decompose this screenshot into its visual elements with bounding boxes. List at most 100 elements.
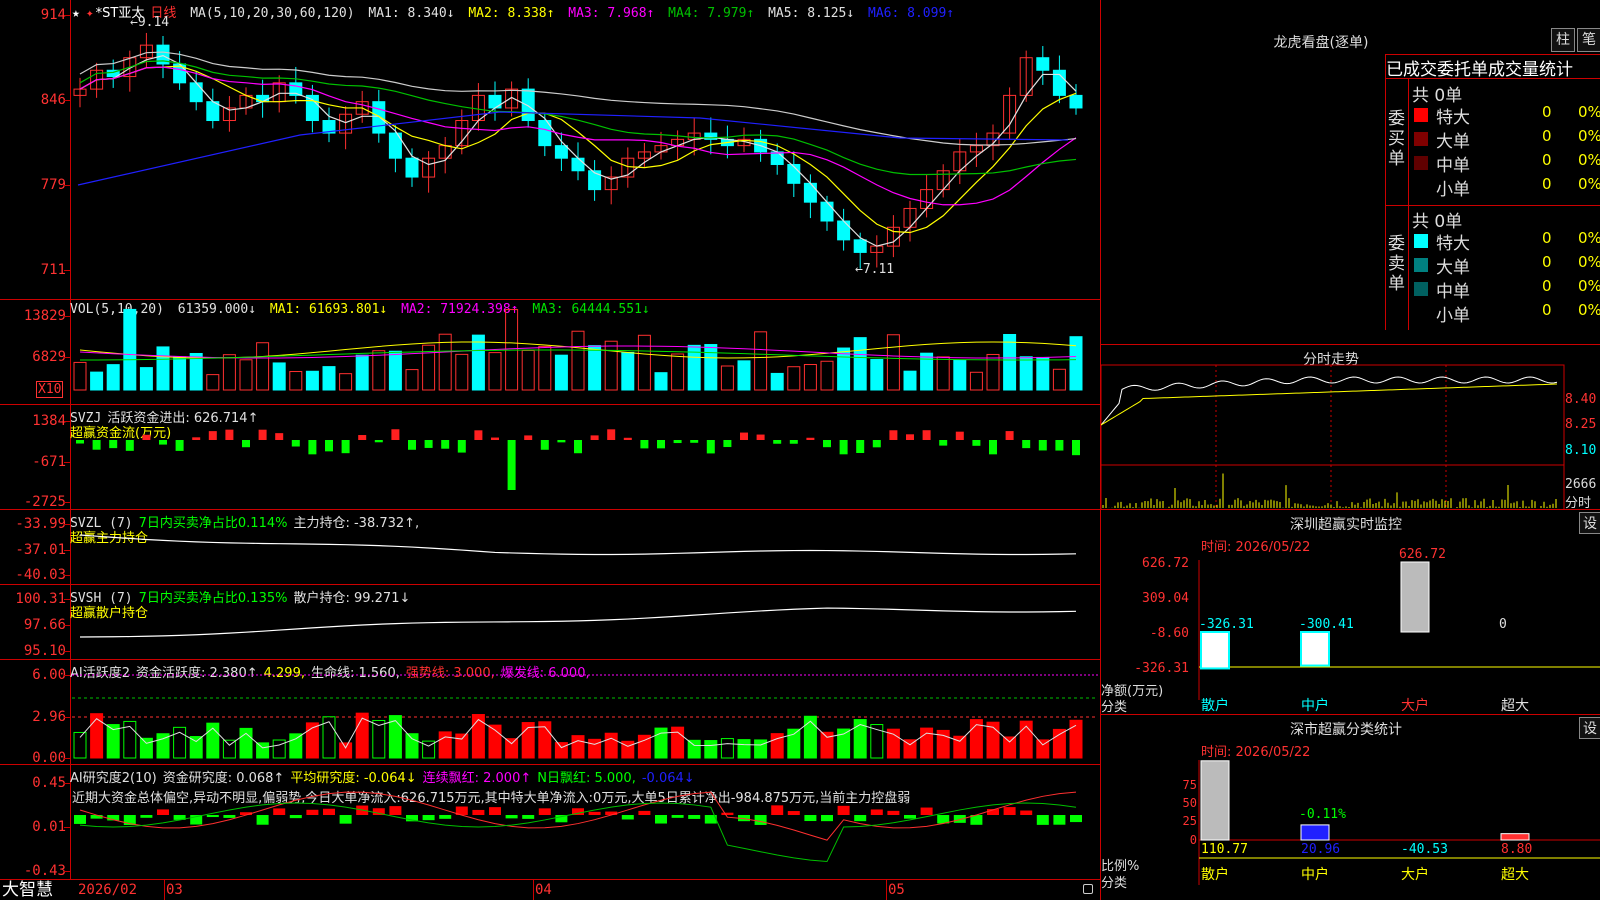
- research-bar: [289, 815, 302, 819]
- candle-body: [588, 170, 602, 191]
- flow-bar: [142, 434, 151, 440]
- flow-bar: [740, 432, 748, 440]
- svzl-chart[interactable]: [0, 510, 1100, 585]
- monitor-chart[interactable]: 626.72 309.04 -8.60 -326.31 -326.31 散户 -300.41…: [1101, 510, 1600, 715]
- svsh-panel[interactable]: 100.31 97.66 95.10 SVSH (7) 7日内买卖净占比0.135…: [0, 585, 1100, 660]
- order-type: 小单: [1436, 180, 1470, 200]
- monitor-ytick: 626.72: [1142, 556, 1189, 571]
- volume-bar: [953, 359, 967, 391]
- flow-bar: [657, 440, 665, 449]
- right-sidebar: 龙虎看盘(逐单) 柱 笔 已成交委托单成交量统计 委买单 委卖单 共 0单 共 …: [1100, 0, 1600, 900]
- time-label: 03: [166, 882, 183, 898]
- svzl-panel[interactable]: -33.99 -37.01 -40.03 SVZL (7) 7日内买卖净占比0.1…: [0, 510, 1100, 585]
- category-label: 散户: [1201, 866, 1229, 883]
- research-bar: [638, 810, 651, 815]
- activity-bar: [139, 737, 153, 759]
- volume-bar: [305, 370, 319, 391]
- intraday-panel[interactable]: 分时走势 8.40 8.25 8.10 2666 分时: [1101, 345, 1600, 511]
- order-type: 大单: [1436, 258, 1470, 278]
- order-row: 中单 0 0%: [1410, 277, 1600, 302]
- research-bar: [74, 815, 86, 824]
- volume-bar: [886, 334, 900, 391]
- activity-bar: [837, 728, 851, 759]
- lock-icon[interactable]: [1083, 884, 1093, 894]
- volume-bar: [272, 362, 286, 391]
- activity-bar: [687, 739, 701, 759]
- holding-line: [79, 534, 1077, 556]
- volume-bar: [471, 334, 485, 391]
- time-label: 05: [888, 882, 905, 898]
- monitor-ytick: -326.31: [1134, 661, 1189, 676]
- order-row: 小单 0 0%: [1410, 175, 1600, 200]
- research-bar: [1020, 810, 1033, 815]
- candlestick-chart[interactable]: [0, 0, 1100, 300]
- chart-area[interactable]: 914 846 779 711 ★ ✦ *ST亚太 日线 MA(5,10,20,30,…: [0, 0, 1100, 900]
- order-count: 0: [1542, 277, 1552, 295]
- volume-bar: [754, 331, 768, 391]
- tick-view-button[interactable]: 笔: [1577, 28, 1600, 52]
- research-bar: [206, 815, 219, 818]
- volume-bar: [969, 371, 983, 391]
- research-bar: [389, 806, 402, 815]
- volume-bar: [339, 373, 353, 391]
- volume-bar: [571, 330, 585, 391]
- activity-bar: [90, 713, 104, 759]
- activity-bar: [554, 742, 568, 759]
- activity-bar: [737, 739, 751, 759]
- ai2-chart[interactable]: [0, 765, 1100, 880]
- flow-bar: [955, 431, 964, 440]
- candle-body: [571, 157, 585, 172]
- research-bar: [870, 809, 883, 815]
- order-type: 中单: [1436, 282, 1470, 302]
- flow-bar: [291, 440, 300, 447]
- activity-bar: [720, 738, 734, 759]
- volume-panel[interactable]: 13829 6829 X10 VOL(5,10,20) 61359.000↓ M…: [0, 300, 1100, 405]
- flow-bar: [242, 440, 250, 448]
- svsh-chart[interactable]: [0, 585, 1100, 660]
- lhb-tabs[interactable]: 已成交委托单成交量统计: [1385, 54, 1600, 80]
- research-bar: [505, 815, 518, 819]
- volume-bar: [139, 367, 153, 391]
- volume-bar: [173, 356, 187, 391]
- ratio-bar: [1500, 833, 1530, 841]
- activity-bar: [73, 731, 87, 759]
- time-axis: 大智慧 2026/02 03 04 05: [0, 880, 1100, 900]
- ai-research-panel[interactable]: 0.45 0.01 -0.43 AI研究度2(10) 资金研究度: 0.068↑ 平…: [0, 765, 1100, 880]
- flow-bar: [540, 440, 549, 450]
- research-bar: [821, 815, 833, 822]
- flow-bar: [325, 440, 333, 452]
- order-count: 0: [1542, 253, 1552, 271]
- flow-bar: [823, 440, 831, 448]
- ai1-chart[interactable]: [0, 660, 1100, 765]
- activity-bar: [1003, 736, 1017, 759]
- flow-bar: [756, 434, 765, 440]
- svzj-chart[interactable]: [0, 405, 1100, 510]
- flow-bar: [208, 431, 217, 440]
- bar-view-button[interactable]: 柱: [1551, 28, 1575, 52]
- ai-activity-panel[interactable]: 6.00 2.96 0.00 AI活跃度2 资金活跃度: 2.380↑ 4.299,…: [0, 660, 1100, 766]
- research-bar: [721, 812, 734, 815]
- flow-bar: [1300, 631, 1330, 667]
- candle-body: [554, 145, 568, 159]
- intraday-chart[interactable]: [1101, 345, 1600, 510]
- flow-bar: [673, 440, 682, 444]
- research-bar: [157, 809, 169, 815]
- price-panel[interactable]: 914 846 779 711 ★ ✦ *ST亚太 日线 MA(5,10,20,30,…: [0, 0, 1100, 300]
- research-bar: [804, 815, 817, 822]
- candle-body: [372, 101, 386, 134]
- flow-bar: [441, 440, 450, 449]
- flow-bar: [92, 440, 101, 450]
- activity-bar: [438, 731, 452, 759]
- candle-body: [1069, 94, 1083, 109]
- volume-bar: [820, 360, 834, 391]
- order-row: 特大 0 0%: [1410, 103, 1600, 128]
- svzj-panel[interactable]: 1384 -671 -2725 SVZJ 活跃资金进出: 626.714↑ 超赢资…: [0, 405, 1100, 510]
- flow-bar: [872, 440, 881, 448]
- volume-bar: [903, 370, 917, 391]
- research-bar: [588, 811, 601, 815]
- classify-chart[interactable]: 75 50 25 0 110.77 散户 20.96 中户 -40.53 大户 8.80 超大 -0.1…: [1101, 715, 1600, 900]
- flow-bar: [906, 434, 914, 440]
- flow-bar: [424, 440, 433, 448]
- volume-chart[interactable]: [0, 300, 1100, 405]
- activity-bar: [571, 735, 585, 759]
